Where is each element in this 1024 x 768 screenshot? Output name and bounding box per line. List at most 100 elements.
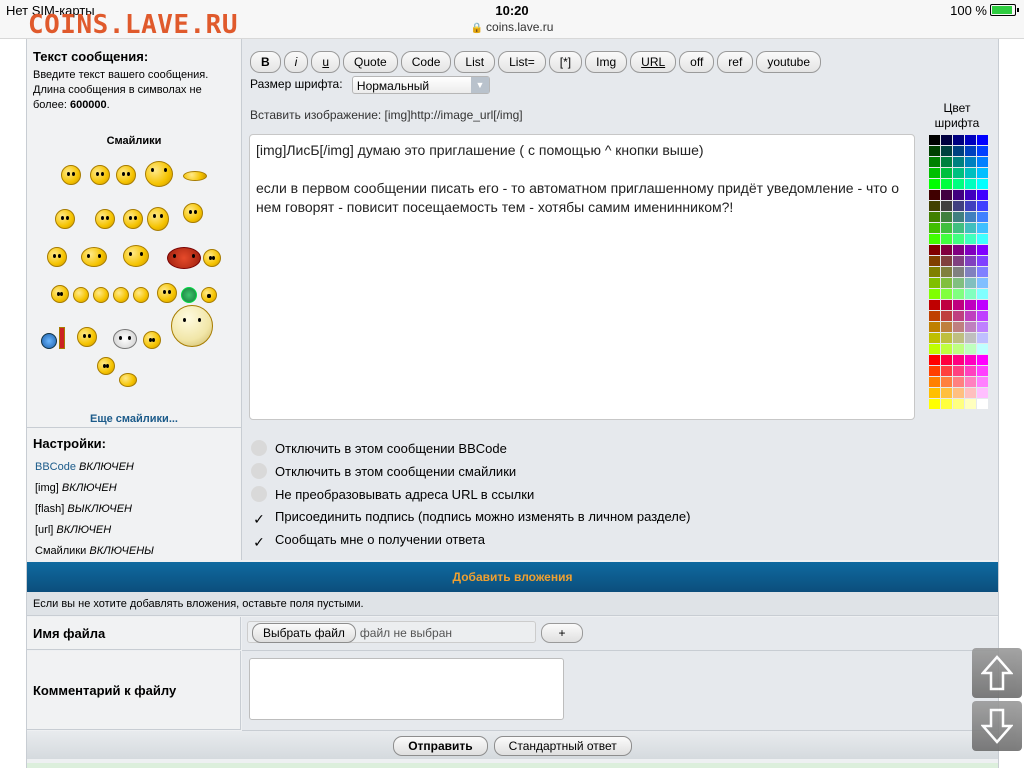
color-swatch[interactable]: [965, 344, 976, 354]
smiley-icon[interactable]: [123, 245, 149, 267]
color-swatch[interactable]: [941, 333, 952, 343]
color-swatch[interactable]: [941, 344, 952, 354]
smiley-icon[interactable]: [113, 287, 129, 303]
color-swatch[interactable]: [965, 300, 976, 310]
color-swatch[interactable]: [929, 179, 940, 189]
color-swatch[interactable]: [953, 344, 964, 354]
color-swatch[interactable]: [941, 311, 952, 321]
color-swatch[interactable]: [965, 399, 976, 409]
smiley-icon[interactable]: [55, 209, 75, 229]
smiley-icon[interactable]: [73, 287, 89, 303]
smiley-icon[interactable]: [181, 287, 197, 303]
color-swatch[interactable]: [953, 234, 964, 244]
send-button[interactable]: Отправить: [393, 736, 488, 756]
message-textarea[interactable]: [img]ЛисБ[/img] думаю это приглашение ( …: [249, 134, 915, 420]
color-swatch[interactable]: [965, 377, 976, 387]
color-swatch[interactable]: [953, 256, 964, 266]
color-swatch[interactable]: [977, 355, 988, 365]
color-swatch[interactable]: [941, 168, 952, 178]
choose-file-button[interactable]: Выбрать файл: [252, 623, 356, 643]
color-swatch[interactable]: [941, 300, 952, 310]
color-swatch[interactable]: [929, 344, 940, 354]
color-swatch[interactable]: [977, 256, 988, 266]
color-swatch[interactable]: [953, 190, 964, 200]
color-swatch[interactable]: [929, 267, 940, 277]
italic-button[interactable]: i: [283, 51, 309, 73]
option-no-url-parse[interactable]: Не преобразовывать адреса URL в ссылки: [251, 486, 534, 502]
color-swatch[interactable]: [941, 322, 952, 332]
color-swatch[interactable]: [953, 333, 964, 343]
color-swatch[interactable]: [965, 234, 976, 244]
color-swatch[interactable]: [953, 245, 964, 255]
bbcode-link[interactable]: BBCode: [35, 461, 76, 473]
underline-button[interactable]: u: [311, 51, 341, 73]
color-swatch[interactable]: [953, 223, 964, 233]
color-swatch[interactable]: [929, 399, 940, 409]
font-color-palette[interactable]: [929, 135, 993, 410]
list-ordered-button[interactable]: List=: [498, 51, 546, 73]
color-swatch[interactable]: [953, 388, 964, 398]
color-swatch[interactable]: [977, 388, 988, 398]
smiley-icon[interactable]: [95, 209, 115, 229]
smiley-icon[interactable]: [59, 327, 65, 349]
smiley-icon[interactable]: [97, 357, 115, 375]
smiley-icon[interactable]: [133, 287, 149, 303]
color-swatch[interactable]: [929, 234, 940, 244]
color-swatch[interactable]: [977, 146, 988, 156]
youtube-button[interactable]: youtube: [756, 51, 822, 73]
color-swatch[interactable]: [941, 245, 952, 255]
add-file-button[interactable]: +: [541, 623, 583, 643]
color-swatch[interactable]: [965, 388, 976, 398]
color-swatch[interactable]: [965, 267, 976, 277]
color-swatch[interactable]: [965, 333, 976, 343]
color-swatch[interactable]: [929, 223, 940, 233]
color-swatch[interactable]: [953, 201, 964, 211]
quote-button[interactable]: Quote: [343, 51, 398, 73]
color-swatch[interactable]: [953, 355, 964, 365]
color-swatch[interactable]: [941, 157, 952, 167]
color-swatch[interactable]: [929, 168, 940, 178]
color-swatch[interactable]: [977, 300, 988, 310]
smiley-icon[interactable]: [47, 247, 67, 267]
color-swatch[interactable]: [929, 190, 940, 200]
color-swatch[interactable]: [965, 146, 976, 156]
smiley-icon[interactable]: [147, 207, 169, 231]
color-swatch[interactable]: [977, 399, 988, 409]
smiley-icon[interactable]: [51, 285, 69, 303]
color-swatch[interactable]: [929, 333, 940, 343]
color-swatch[interactable]: [929, 366, 940, 376]
color-swatch[interactable]: [941, 146, 952, 156]
color-swatch[interactable]: [929, 377, 940, 387]
img-button[interactable]: Img: [585, 51, 628, 73]
color-swatch[interactable]: [953, 322, 964, 332]
color-swatch[interactable]: [977, 212, 988, 222]
code-button[interactable]: Code: [400, 51, 452, 73]
color-swatch[interactable]: [977, 289, 988, 299]
off-button[interactable]: off: [679, 51, 715, 73]
color-swatch[interactable]: [977, 377, 988, 387]
color-swatch[interactable]: [929, 278, 940, 288]
list-button[interactable]: List: [454, 51, 496, 73]
color-swatch[interactable]: [941, 377, 952, 387]
color-swatch[interactable]: [941, 355, 952, 365]
color-swatch[interactable]: [929, 135, 940, 145]
smiley-icon[interactable]: [203, 249, 221, 267]
color-swatch[interactable]: [977, 311, 988, 321]
color-swatch[interactable]: [941, 212, 952, 222]
ref-button[interactable]: ref: [717, 51, 754, 73]
color-swatch[interactable]: [941, 388, 952, 398]
color-swatch[interactable]: [929, 212, 940, 222]
color-swatch[interactable]: [965, 212, 976, 222]
color-swatch[interactable]: [965, 289, 976, 299]
smiley-icon[interactable]: [41, 333, 57, 349]
color-swatch[interactable]: [953, 278, 964, 288]
smiley-icon[interactable]: [143, 331, 161, 349]
bold-button[interactable]: B: [250, 51, 281, 73]
color-swatch[interactable]: [941, 190, 952, 200]
site-logo-text[interactable]: COINS.LAVE.RU: [28, 10, 238, 40]
color-swatch[interactable]: [953, 311, 964, 321]
smiley-icon[interactable]: [171, 305, 213, 347]
color-swatch[interactable]: [929, 355, 940, 365]
color-swatch[interactable]: [977, 278, 988, 288]
color-swatch[interactable]: [941, 234, 952, 244]
